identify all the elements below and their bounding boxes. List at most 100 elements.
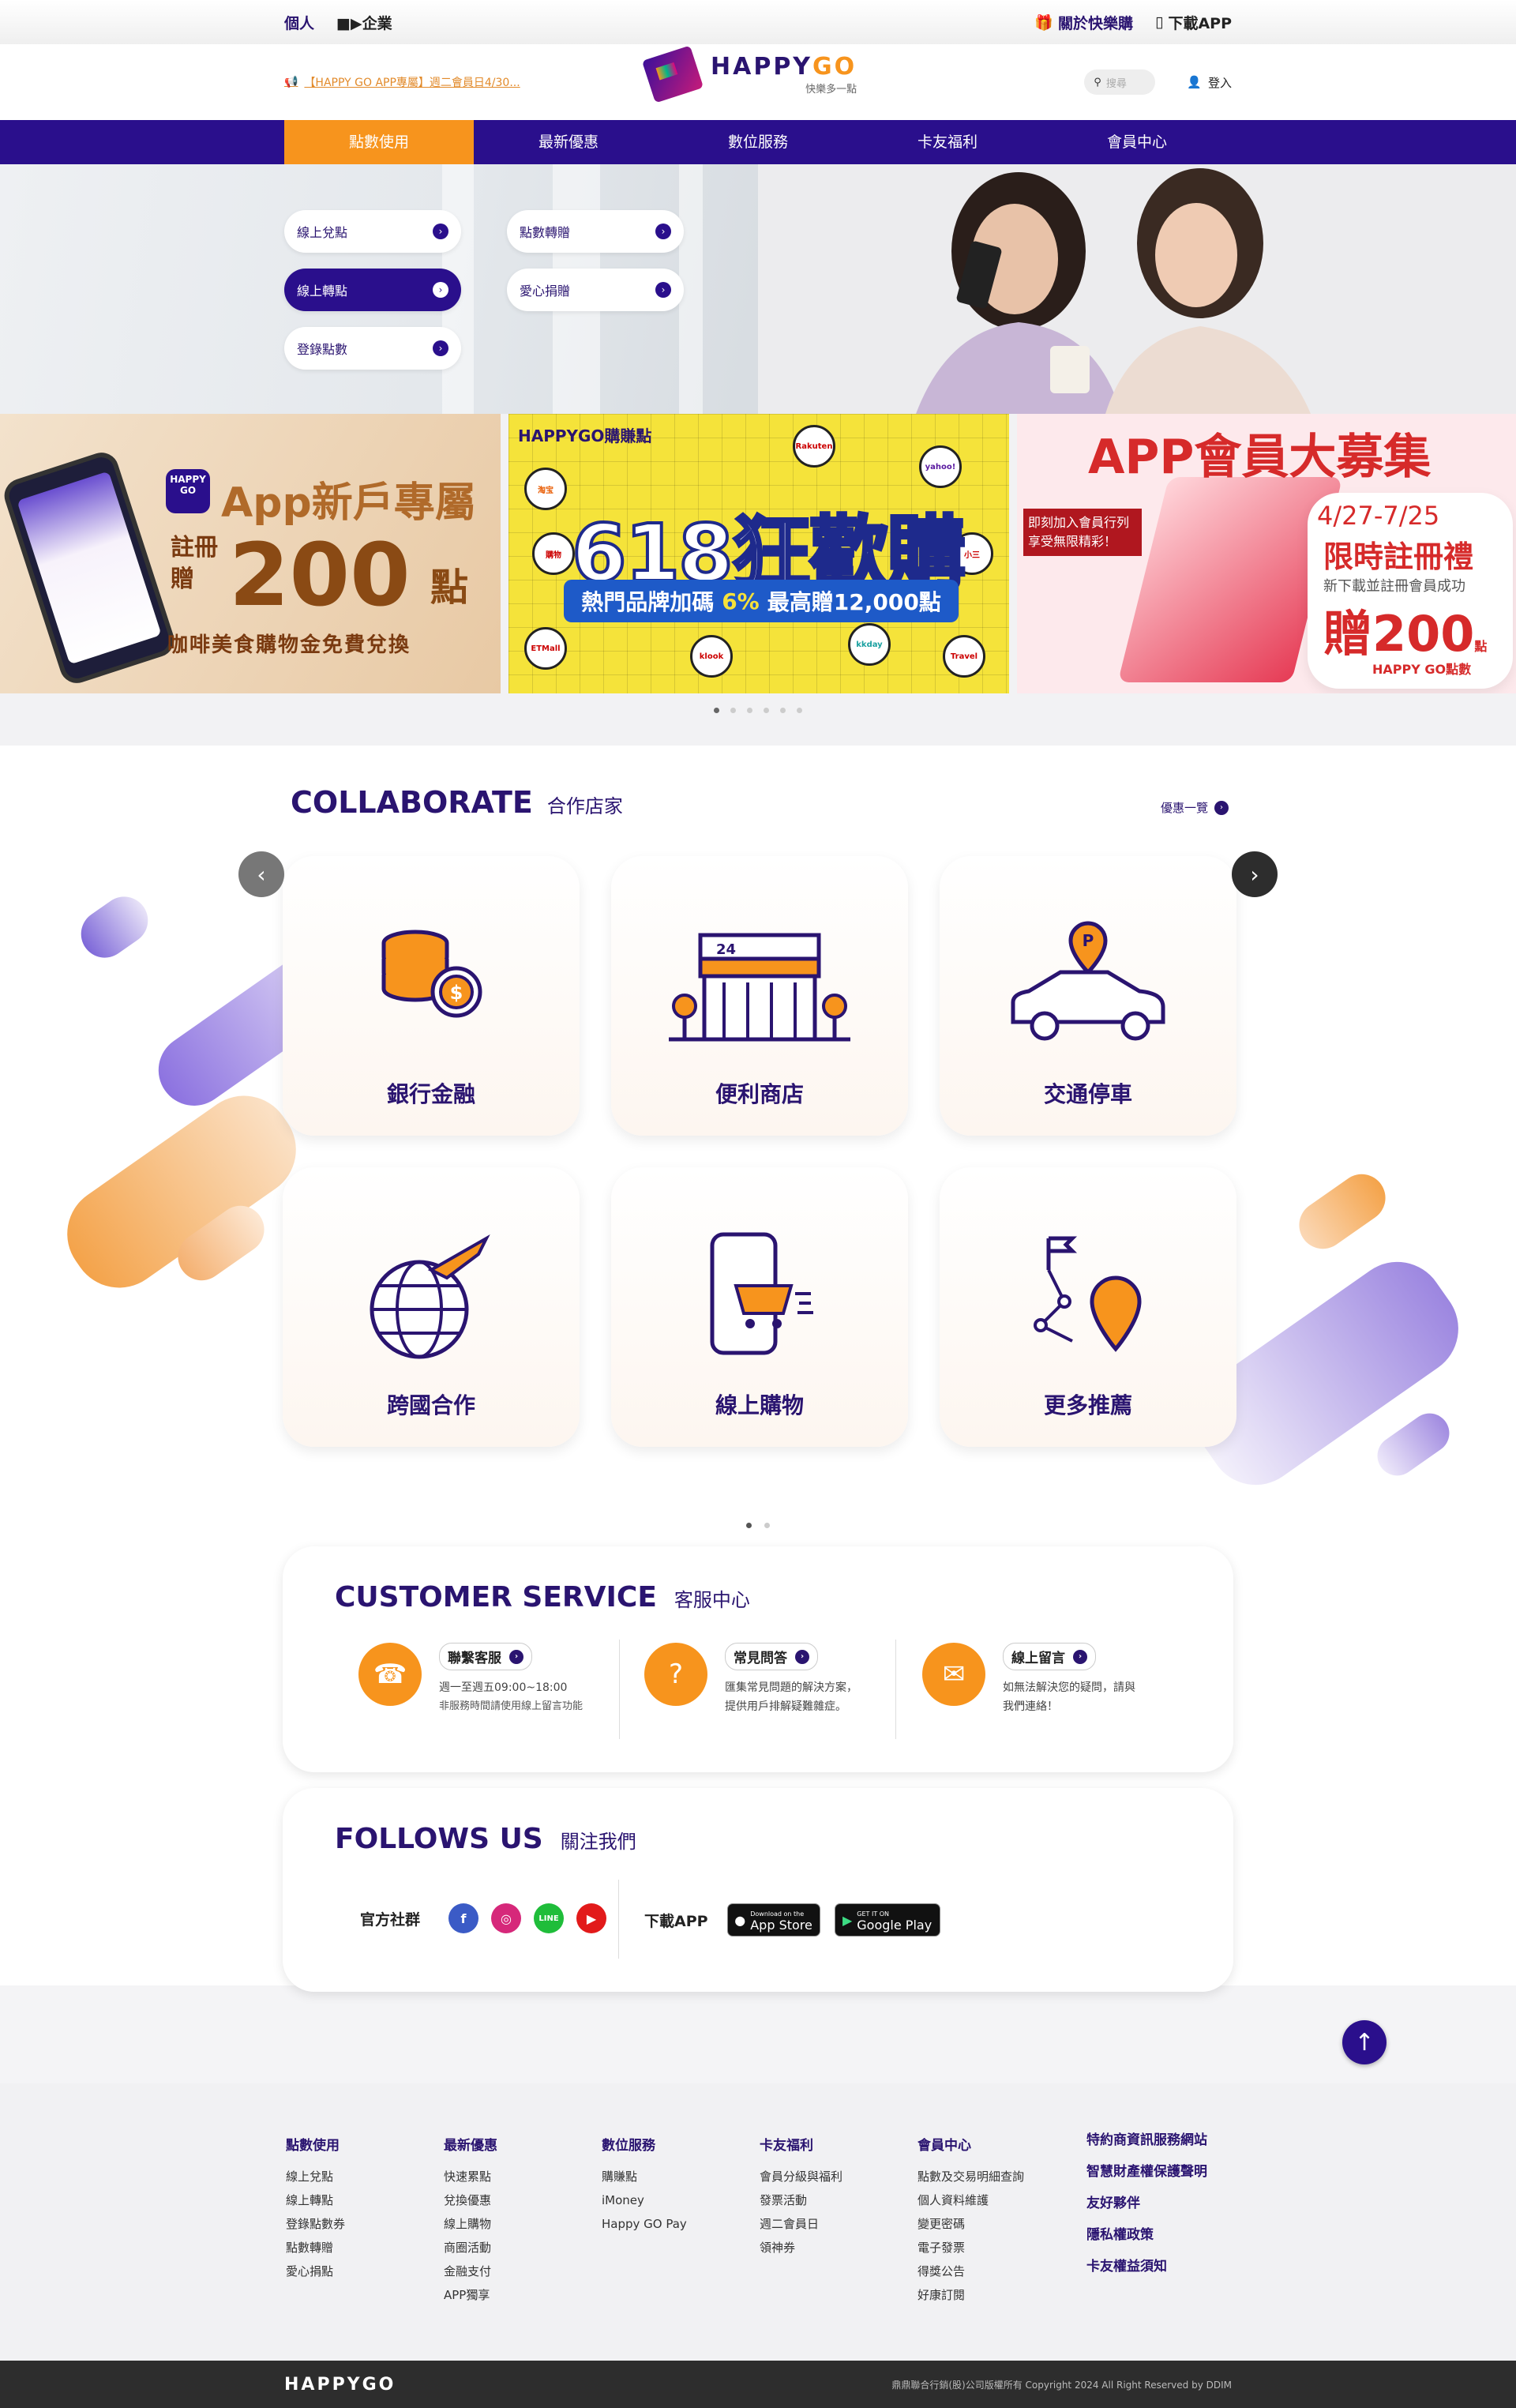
footer-link[interactable]: 發票活動 [760, 2188, 842, 2212]
category-card-convenience[interactable]: 24 便利商店 [611, 856, 908, 1136]
facebook-icon[interactable]: f [448, 1903, 479, 1933]
service-text: 如無法解決您的疑問，請與 [1003, 1681, 1135, 1694]
google-play-button[interactable]: ▶ GET IT ON Google Play [834, 1903, 940, 1937]
dot[interactable] [747, 708, 752, 713]
collaborate-heading: COLLABORATE 合作店家 [291, 785, 623, 820]
footer-link[interactable]: iMoney [602, 2188, 687, 2212]
footer-col-title[interactable]: 卡友福利 [760, 2134, 842, 2154]
footer-bold-link[interactable]: 友好夥伴 [1086, 2188, 1207, 2219]
category-card-parking[interactable]: P 交通停車 [940, 856, 1236, 1136]
heading-zh: 客服中心 [674, 1589, 750, 1611]
footer-bold-link[interactable]: 特約商資訊服務網站 [1086, 2124, 1207, 2156]
nav-item-offers[interactable]: 最新優惠 [474, 120, 663, 164]
footer-link[interactable]: 點數轉贈 [286, 2236, 345, 2260]
banner-app-member[interactable]: APP會員大募集 即刻加入會員行列 享受無限精彩！ 4/27-7/25 限時註冊… [1017, 414, 1516, 693]
category-card-online-shopping[interactable]: 線上購物 [611, 1167, 908, 1447]
nav-item-benefits[interactable]: 卡友福利 [853, 120, 1042, 164]
dot[interactable] [730, 708, 736, 713]
footer-bold-link[interactable]: 智慧財產權保護聲明 [1086, 2156, 1207, 2188]
download-app-link[interactable]: ▯ 下載APP [1155, 12, 1232, 33]
category-card-more[interactable]: 更多推薦 [940, 1167, 1236, 1447]
main-nav: 點數使用 最新優惠 數位服務 卡友福利 會員中心 [0, 120, 1516, 164]
footer-col-title[interactable]: 最新優惠 [444, 2134, 497, 2154]
heading-en: FOLLOWS US [335, 1823, 543, 1855]
footer-link[interactable]: 快速累點 [444, 2165, 497, 2188]
footer-link[interactable]: 電子發票 [917, 2236, 1024, 2260]
dot[interactable] [797, 708, 802, 713]
footer-col-title[interactable]: 數位服務 [602, 2134, 687, 2154]
online-message-button[interactable]: 線上留言 › [1003, 1643, 1096, 1670]
footer-link[interactable]: 登錄點數券 [286, 2212, 345, 2236]
logo-text: HAPPYGO [711, 53, 857, 81]
bottom-bar: HAPPYGO 鼎鼎聯合行銷(股)公司版權所有 Copyright 2024 A… [0, 2361, 1516, 2408]
footer-col-title[interactable]: 會員中心 [917, 2134, 1024, 2154]
footer: 點數使用 線上兌點 線上轉點 登錄點數券 點數轉贈 愛心捐點 最新優惠 快速累點… [0, 2083, 1516, 2361]
personal-link[interactable]: 個人 [284, 12, 314, 33]
category-label: 交通停車 [1043, 1081, 1132, 1107]
banner-618[interactable]: HAPPYGO購賺點 Rakuten yahoo! 淘宝 小三 購物 ETMal… [508, 414, 1009, 693]
footer-link[interactable]: 線上購物 [444, 2212, 497, 2236]
offers-list-link[interactable]: 優惠一覽 › [1161, 799, 1229, 816]
contact-service-button[interactable]: 聯繫客服 › [439, 1643, 532, 1670]
footer-link[interactable]: 商圈活動 [444, 2236, 497, 2260]
app-store-button[interactable]: ● Download on the App Store [726, 1903, 820, 1937]
search-icon: ⚲ [1094, 76, 1101, 88]
about-label: 關於快樂購 [1057, 14, 1133, 32]
login-button[interactable]: 👤 登入 [1187, 74, 1232, 91]
about-link[interactable]: 🎁 關於快樂購 [1034, 12, 1133, 33]
footer-link[interactable]: 購賺點 [602, 2165, 687, 2188]
pill-register-points[interactable]: 登錄點數 › [284, 327, 461, 370]
footer-link[interactable]: 愛心捐點 [286, 2260, 345, 2283]
nav-item-member[interactable]: 會員中心 [1042, 120, 1232, 164]
dot[interactable] [780, 708, 786, 713]
nav-item-points[interactable]: 點數使用 [284, 120, 474, 164]
footer-link[interactable]: 個人資料維護 [917, 2188, 1024, 2212]
line-icon[interactable]: LINE [534, 1903, 565, 1933]
footer-link[interactable]: Happy GO Pay [602, 2212, 687, 2236]
store-label: Google Play [857, 1918, 932, 1933]
site-logo[interactable]: HAPPYGO 快樂多一點 [641, 45, 857, 103]
hero-shortcut-pills: 線上兌點 › 點數轉贈 › 線上轉點 › 愛心捐贈 › 登錄點數 › [284, 210, 684, 370]
dot[interactable] [714, 708, 719, 713]
footer-link[interactable]: 好康訂閱 [917, 2283, 1024, 2307]
hero: 線上兌點 › 點數轉贈 › 線上轉點 › 愛心捐贈 › 登錄點數 › [0, 164, 1516, 414]
banner-unit: 點 [430, 565, 469, 610]
footer-link[interactable]: 金融支付 [444, 2260, 497, 2283]
footer-col-title[interactable]: 點數使用 [286, 2134, 345, 2154]
footer-bold-link[interactable]: 卡友權益須知 [1086, 2251, 1207, 2282]
footer-link[interactable]: 線上轉點 [286, 2188, 345, 2212]
category-card-bank[interactable]: $ 銀行金融 [283, 856, 580, 1136]
footer-link[interactable]: 得獎公告 [917, 2260, 1024, 2283]
pill-online-transfer[interactable]: 線上轉點 › [284, 269, 461, 311]
footer-link[interactable]: 週二會員日 [760, 2212, 842, 2236]
pill-transfer-gift[interactable]: 點數轉贈 › [507, 210, 684, 253]
banner-new-user[interactable]: HAPPY GO App新戶專屬 註冊 贈 200 點 咖啡美食購物金免費兌換 [0, 414, 501, 693]
instagram-icon[interactable]: ◎ [491, 1903, 522, 1933]
phone-icon: ☎ [358, 1643, 422, 1706]
faq-button[interactable]: 常見問答 › [725, 1643, 818, 1670]
heading-en: COLLABORATE [291, 785, 533, 820]
back-to-top-button[interactable]: ↑ [1342, 2020, 1387, 2064]
dot[interactable] [764, 1523, 770, 1528]
pill-donate[interactable]: 愛心捐贈 › [507, 269, 684, 311]
nav-item-digital[interactable]: 數位服務 [663, 120, 853, 164]
footer-link[interactable]: 兌換優惠 [444, 2188, 497, 2212]
category-card-international[interactable]: 跨國合作 [283, 1167, 580, 1447]
footer-link[interactable]: 線上兌點 [286, 2165, 345, 2188]
footer-link[interactable]: APP獨享 [444, 2283, 497, 2307]
carousel-next-button[interactable]: › [1232, 851, 1278, 897]
footer-link[interactable]: 變更密碼 [917, 2212, 1024, 2236]
business-link[interactable]: ■▶企業 [336, 12, 392, 33]
footer-bold-link[interactable]: 隱私權政策 [1086, 2219, 1207, 2251]
service-text: 匯集常見問題的解決方案， [725, 1681, 857, 1694]
search-input[interactable]: ⚲ 搜尋 [1084, 69, 1156, 95]
footer-link[interactable]: 領神券 [760, 2236, 842, 2260]
footer-link[interactable]: 會員分級與福利 [760, 2165, 842, 2188]
youtube-icon[interactable]: ▶ [576, 1903, 607, 1933]
footer-link[interactable]: 點數及交易明細查詢 [917, 2165, 1024, 2188]
pill-online-redeem[interactable]: 線上兌點 › [284, 210, 461, 253]
dot[interactable] [764, 708, 769, 713]
carousel-prev-button[interactable]: ‹ [238, 851, 284, 897]
dot[interactable] [746, 1523, 752, 1528]
news-ticker[interactable]: 📢 【HAPPY GO APP專屬】週二會員日4/30... [284, 74, 568, 90]
